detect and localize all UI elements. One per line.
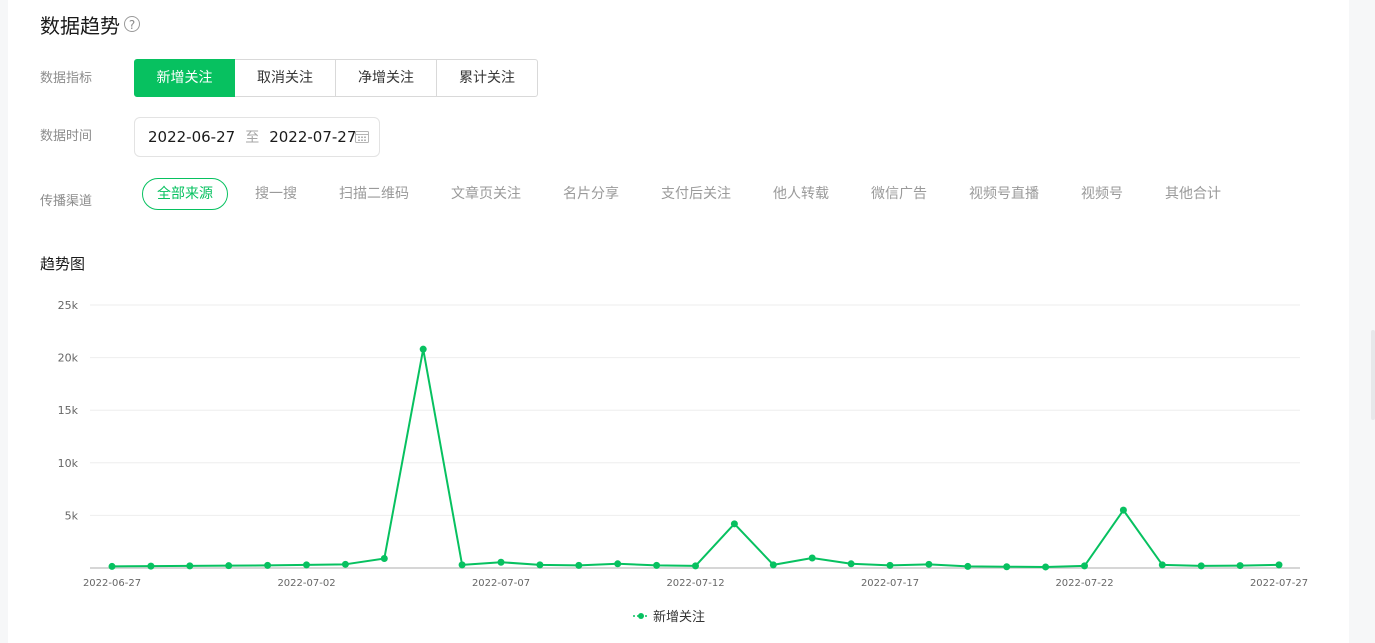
legend-marker-icon bbox=[633, 612, 649, 619]
data-point bbox=[769, 561, 777, 569]
x-tick-label: 2022-07-17 bbox=[861, 578, 919, 589]
x-tick-label: 2022-06-27 bbox=[83, 578, 141, 589]
data-point bbox=[497, 558, 505, 566]
data-point bbox=[458, 561, 466, 569]
y-tick-label: 5k bbox=[65, 509, 79, 522]
data-point bbox=[653, 561, 661, 569]
x-tick-label: 2022-07-12 bbox=[666, 578, 724, 589]
data-point bbox=[1236, 562, 1244, 570]
data-point bbox=[303, 561, 310, 569]
series-line bbox=[111, 348, 1280, 568]
data-point bbox=[341, 560, 349, 568]
data-point bbox=[225, 562, 233, 570]
x-tick-label: 2022-07-27 bbox=[1250, 578, 1308, 589]
y-tick-label: 10k bbox=[58, 457, 79, 470]
data-point bbox=[614, 560, 622, 568]
data-point bbox=[730, 520, 738, 528]
x-tick-label: 2022-07-07 bbox=[472, 578, 530, 589]
data-point bbox=[536, 561, 544, 569]
data-point bbox=[1197, 562, 1205, 570]
y-tick-label: 20k bbox=[58, 352, 79, 365]
data-point bbox=[147, 562, 155, 570]
data-point bbox=[1119, 506, 1127, 514]
data-point bbox=[1081, 562, 1088, 570]
x-tick-label: 2022-07-22 bbox=[1055, 578, 1113, 589]
data-point bbox=[886, 561, 894, 569]
data-point bbox=[264, 561, 272, 569]
trend-chart: 5k 10k 15k 20k 25k 2022-06-27 2022-07-02 2022-0… bbox=[58, 299, 1308, 589]
x-tick-label: 2022-07-02 bbox=[277, 578, 335, 589]
data-point bbox=[419, 345, 427, 353]
data-point bbox=[186, 562, 194, 570]
chart-legend[interactable]: 新增关注 bbox=[633, 606, 705, 625]
data-point bbox=[380, 555, 388, 563]
legend-label: 新增关注 bbox=[653, 610, 706, 625]
data-point bbox=[1158, 561, 1166, 569]
data-point bbox=[925, 560, 933, 568]
data-point bbox=[692, 562, 699, 570]
data-point bbox=[1042, 563, 1050, 571]
data-point bbox=[575, 561, 583, 569]
y-tick-label: 15k bbox=[58, 404, 79, 417]
data-point bbox=[847, 560, 855, 568]
y-tick-label: 25k bbox=[58, 299, 79, 312]
data-point bbox=[808, 554, 816, 562]
data-point bbox=[1003, 563, 1011, 571]
data-point bbox=[108, 562, 116, 570]
data-point bbox=[1275, 561, 1283, 569]
data-point bbox=[964, 562, 972, 570]
